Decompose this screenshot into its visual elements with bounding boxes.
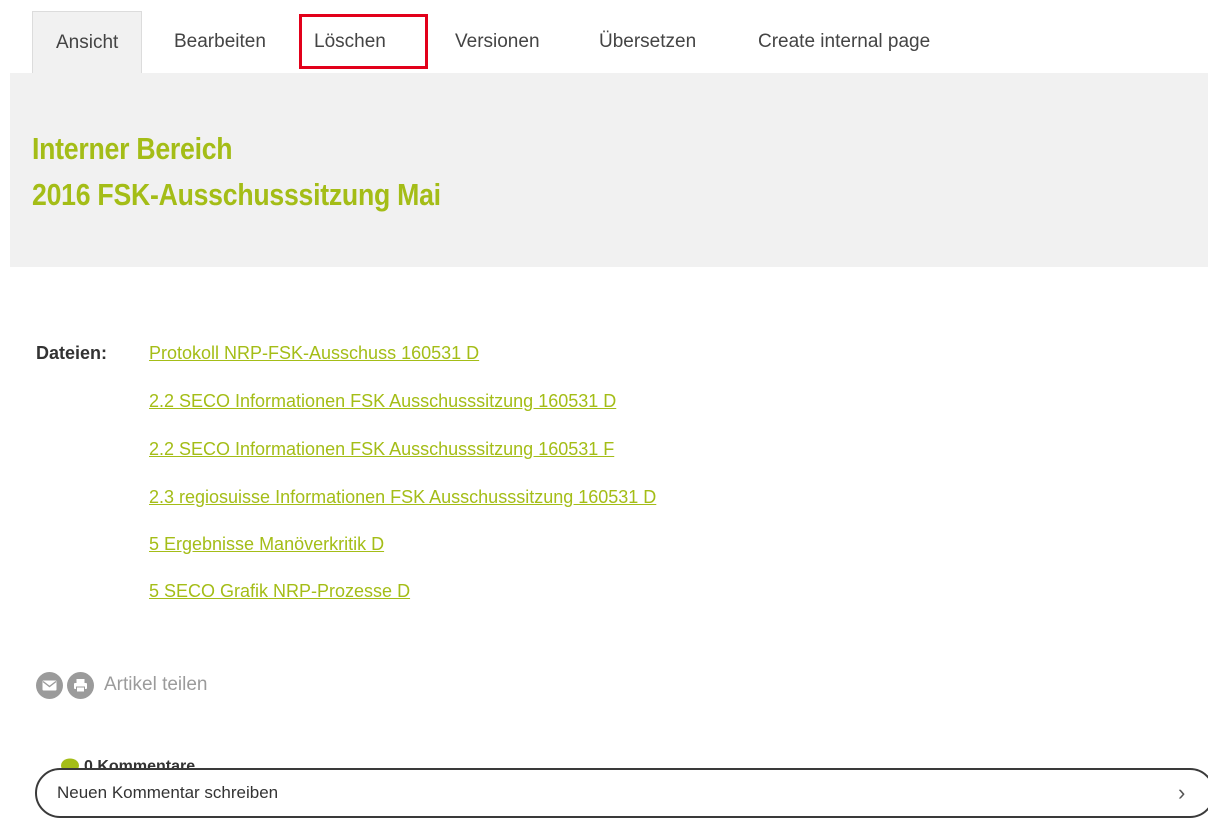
mail-icon[interactable] <box>36 671 63 699</box>
page-header: Interner Bereich 2016 FSK-Ausschusssitzu… <box>10 73 1208 267</box>
file-link[interactable]: 2.2 SECO Informationen FSK Ausschusssitz… <box>149 391 616 412</box>
tab-loeschen[interactable]: Löschen <box>314 11 386 73</box>
chevron-right-icon[interactable]: › <box>1178 780 1185 806</box>
new-comment-label: Neuen Kommentar schreiben <box>57 783 279 802</box>
new-comment-input[interactable]: Neuen Kommentar schreiben <box>35 768 1208 818</box>
tab-label: Übersetzen <box>599 31 697 52</box>
file-link[interactable]: 2.3 regiosuisse Informationen FSK Aussch… <box>149 487 656 508</box>
tab-create-internal-page[interactable]: Create internal page <box>758 11 930 73</box>
tab-label: Löschen <box>314 31 386 52</box>
tab-ansicht[interactable]: Ansicht <box>32 11 143 74</box>
share-label[interactable]: Artikel teilen <box>104 674 208 696</box>
tab-label: Versionen <box>455 31 540 52</box>
file-link[interactable]: 2.2 SECO Informationen FSK Ausschusssitz… <box>149 439 614 460</box>
file-link[interactable]: 5 SECO Grafik NRP-Prozesse D <box>149 581 410 602</box>
page-title: 2016 FSK-Ausschusssitzung Mai <box>32 177 441 212</box>
file-link[interactable]: 5 Ergebnisse Manöverkritik D <box>149 534 384 555</box>
files-label: Dateien: <box>36 343 108 363</box>
tab-versionen[interactable]: Versionen <box>455 11 540 73</box>
file-link[interactable]: Protokoll NRP-FSK-Ausschuss 160531 D <box>149 343 479 364</box>
tab-uebersetzen[interactable]: Übersetzen <box>599 11 696 73</box>
tab-label: Bearbeiten <box>174 31 266 52</box>
page-section-title: Interner Bereich <box>32 131 233 166</box>
tab-bearbeiten[interactable]: Bearbeiten <box>174 11 266 73</box>
tab-label: Create internal page <box>758 31 931 52</box>
print-icon[interactable] <box>67 671 94 699</box>
tab-bar: Ansicht Bearbeiten Löschen Versionen Übe… <box>32 11 1208 74</box>
share-bar: Artikel teilen <box>36 671 208 699</box>
tab-label: Ansicht <box>56 31 119 53</box>
